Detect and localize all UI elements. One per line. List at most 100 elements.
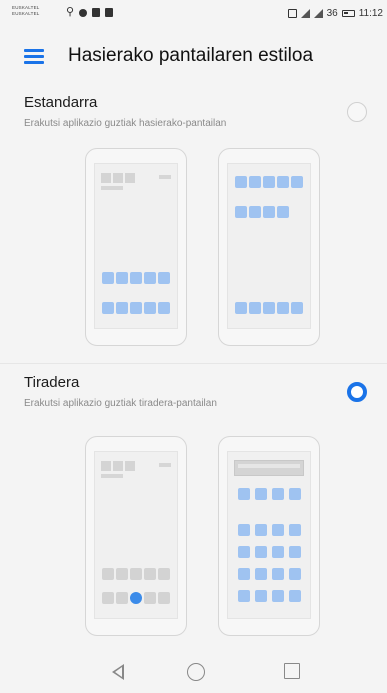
app-icon	[116, 568, 128, 580]
app-icon	[235, 176, 247, 188]
app-icon	[249, 206, 261, 218]
date-line	[101, 474, 123, 478]
app-icon	[289, 546, 301, 558]
app-icon	[144, 272, 156, 284]
app-icon	[144, 568, 156, 580]
dock-icon	[116, 302, 128, 314]
back-triangle-icon[interactable]	[112, 664, 124, 680]
app-icon	[289, 488, 301, 500]
option-title: Tiradera	[24, 374, 80, 391]
option-standard[interactable]: Estandarra Erakutsi aplikazio guztiak ha…	[0, 90, 387, 358]
weather-line	[159, 463, 171, 467]
preview-screen	[227, 451, 311, 619]
dock-icon	[158, 592, 170, 604]
option-title: Estandarra	[24, 94, 98, 111]
carrier-2: EUSKALTEL	[12, 11, 40, 16]
app-icon	[235, 206, 247, 218]
home-circle-icon[interactable]	[187, 663, 205, 681]
option-description: Erakutsi aplikazio guztiak hasierako-pan…	[24, 118, 227, 129]
signal-icon-2	[313, 9, 323, 18]
app-icon	[263, 176, 275, 188]
dock-icon	[249, 302, 261, 314]
battery-level: 36	[326, 8, 338, 19]
status-bar: EUSKALTEL EUSKALTEL ⚲ 36 11:12	[0, 0, 387, 28]
notification-icons: ⚲	[66, 6, 113, 18]
dock-icon	[102, 592, 114, 604]
app-icon	[255, 546, 267, 558]
app-icon	[249, 176, 261, 188]
app-icon	[238, 590, 250, 602]
clock: 11:12	[358, 8, 383, 19]
hamburger-menu-icon[interactable]	[24, 48, 44, 64]
dock-icon	[291, 302, 303, 314]
dock-icon	[130, 302, 142, 314]
usb-icon: ⚲	[66, 6, 75, 18]
clock-widget-block	[113, 461, 123, 471]
navigation-bar	[0, 655, 387, 693]
page-title: Hasierako pantailaren estiloa	[68, 45, 314, 66]
app-icon	[238, 488, 250, 500]
recent-apps-square-icon[interactable]	[284, 663, 300, 679]
app-icon	[255, 590, 267, 602]
search-bar-icon	[234, 460, 304, 476]
app-icon	[272, 488, 284, 500]
preview-drawer-apps	[218, 436, 320, 636]
clock-widget-block	[113, 173, 123, 183]
option-description: Erakutsi aplikazio guztiak tiradera-pant…	[24, 398, 217, 409]
radio-standard[interactable]	[347, 102, 367, 122]
dock-icon	[144, 592, 156, 604]
drawer-button-icon	[130, 592, 142, 604]
app-icon	[255, 488, 267, 500]
app-icon	[277, 176, 289, 188]
dock-icon	[144, 302, 156, 314]
preview-standard-apps	[218, 148, 320, 346]
dock-icon	[158, 302, 170, 314]
preview-drawer-home	[85, 436, 187, 636]
clock-widget-block	[125, 173, 135, 183]
section-divider	[0, 363, 387, 364]
app-icon	[238, 524, 250, 536]
app-icon	[255, 568, 267, 580]
app-icon	[102, 568, 114, 580]
app-icon	[116, 272, 128, 284]
dock-icon	[263, 302, 275, 314]
carrier-labels: EUSKALTEL EUSKALTEL	[12, 5, 39, 17]
app-icon	[238, 568, 250, 580]
app-icon	[102, 272, 114, 284]
clock-widget-block	[101, 461, 111, 471]
dock-icon	[277, 302, 289, 314]
nfc-icon	[287, 9, 297, 18]
app-icon	[158, 272, 170, 284]
app-icon	[289, 524, 301, 536]
app-icon	[263, 206, 275, 218]
dock-icon	[116, 592, 128, 604]
dock-icon	[235, 302, 247, 314]
clock-widget-block	[101, 173, 111, 183]
date-line	[101, 186, 123, 190]
preview-standard-home	[85, 148, 187, 346]
radio-drawer[interactable]	[347, 382, 367, 402]
status-icons: 36 11:12	[287, 8, 383, 19]
weather-line	[159, 175, 171, 179]
app-bar: Hasierako pantailaren estiloa	[0, 28, 387, 84]
app-icon	[130, 568, 142, 580]
battery-icon	[341, 10, 355, 17]
app-icon	[289, 590, 301, 602]
preview-screen	[94, 451, 178, 619]
app-icon	[277, 206, 289, 218]
gallery-icon	[92, 8, 100, 17]
app-icon	[130, 272, 142, 284]
app-icon	[272, 568, 284, 580]
option-drawer[interactable]: Tiradera Erakutsi aplikazio guztiak tira…	[0, 370, 387, 645]
app-icon	[272, 590, 284, 602]
image-icon	[105, 8, 113, 17]
app-icon	[272, 546, 284, 558]
app-icon	[272, 524, 284, 536]
preview-screen	[227, 163, 311, 329]
app-icon	[255, 524, 267, 536]
app-icon	[158, 568, 170, 580]
clock-widget-block	[125, 461, 135, 471]
app-icon	[291, 176, 303, 188]
dock-icon	[102, 302, 114, 314]
notification-dot-icon	[79, 8, 87, 17]
